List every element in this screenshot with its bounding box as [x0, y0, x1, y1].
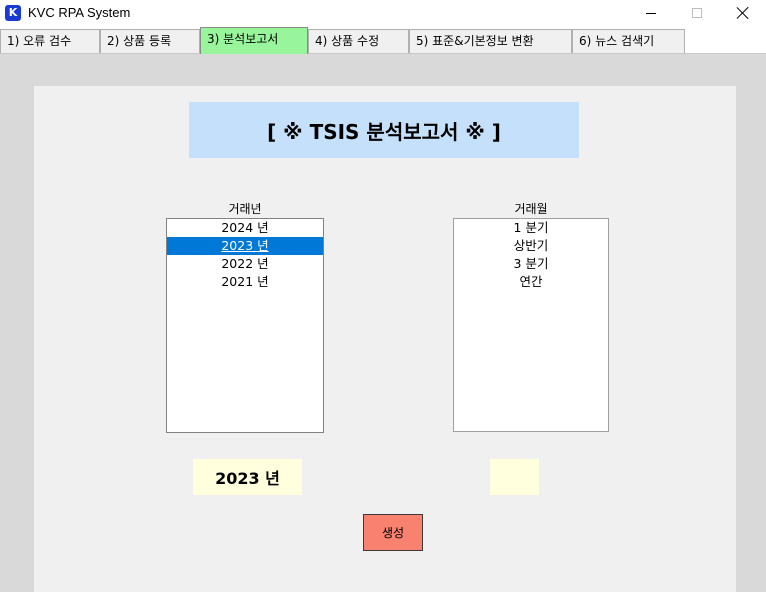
maximize-icon	[692, 8, 702, 18]
year-listbox[interactable]: 2024 년 2023 년 2022 년 2021 년	[166, 218, 324, 433]
list-item-month[interactable]: 상반기	[454, 237, 608, 255]
close-button[interactable]	[720, 0, 766, 26]
year-list-caption: 거래년	[228, 202, 262, 216]
month-listbox[interactable]: 1 분기 상반기 3 분기 연간	[453, 218, 609, 432]
close-icon	[736, 6, 750, 20]
selected-month-display	[490, 459, 539, 495]
minimize-button[interactable]	[628, 0, 674, 26]
list-item-month[interactable]: 1 분기	[454, 219, 608, 237]
tab-strip: 1) 오류 검수 2) 상품 등록 3) 분석보고서 4) 상품 수정 5) 표…	[0, 26, 766, 54]
month-list-caption: 거래월	[514, 202, 548, 216]
list-item-year-selected[interactable]: 2023 년	[167, 237, 323, 255]
tab-error-check[interactable]: 1) 오류 검수	[0, 29, 100, 53]
tab-product-edit[interactable]: 4) 상품 수정	[308, 29, 409, 53]
app-logo-icon: K	[5, 5, 21, 21]
list-item-month[interactable]: 연간	[454, 273, 608, 291]
generate-button[interactable]: 생성	[363, 514, 423, 551]
list-item-month[interactable]: 3 분기	[454, 255, 608, 273]
title-bar: K KVC RPA System	[0, 0, 766, 26]
maximize-button[interactable]	[674, 0, 720, 26]
list-item-year[interactable]: 2022 년	[167, 255, 323, 273]
page-title: [ ※ TSIS 분석보고서 ※ ]	[189, 102, 579, 158]
selected-year-display: 2023 년	[193, 459, 302, 495]
list-item-year[interactable]: 2024 년	[167, 219, 323, 237]
minimize-icon	[646, 12, 656, 14]
tab-news-search[interactable]: 6) 뉴스 검색기	[572, 29, 685, 53]
list-item-year[interactable]: 2021 년	[167, 273, 323, 291]
tab-product-register[interactable]: 2) 상품 등록	[100, 29, 200, 53]
tab-standard-info-convert[interactable]: 5) 표준&기본정보 변환	[409, 29, 572, 53]
tab-analysis-report[interactable]: 3) 분석보고서	[200, 27, 308, 54]
window-title: KVC RPA System	[28, 5, 131, 20]
